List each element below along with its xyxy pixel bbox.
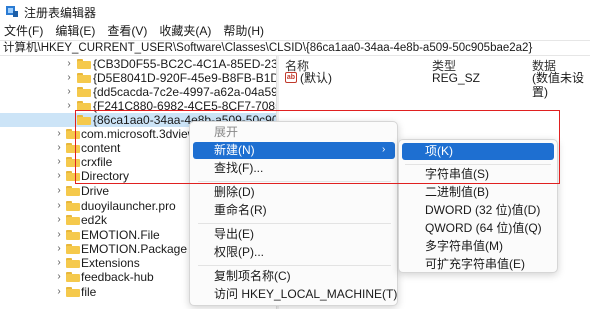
tree-item-label: {dd5cacda-7c2e-4997-a62a-04a597b xyxy=(93,85,276,99)
regedit-icon xyxy=(6,6,18,17)
tree-item-label: content xyxy=(81,141,121,155)
folder-icon xyxy=(66,272,80,282)
chevron-right-icon[interactable]: › xyxy=(54,271,64,283)
folder-icon xyxy=(66,186,80,196)
tree-item-label: crxfile xyxy=(81,155,113,169)
chevron-right-icon[interactable]: › xyxy=(64,100,74,112)
chevron-right-icon[interactable]: › xyxy=(54,229,64,241)
tree-item[interactable]: › {dd5cacda-7c2e-4997-a62a-04a597b xyxy=(0,85,276,99)
menu-item-find[interactable]: 查找(F)... xyxy=(214,160,263,177)
folder-icon xyxy=(66,287,80,297)
menu-item-expand[interactable]: 展开 xyxy=(214,124,238,141)
menu-item-rename[interactable]: 重命名(R) xyxy=(214,202,267,219)
chevron-right-icon[interactable]: › xyxy=(64,72,74,84)
context-menu: 展开 新建(N) › 查找(F)... 删除(D) 重命名(R) 导出(E) 权… xyxy=(189,121,398,306)
chevron-right-icon[interactable]: › xyxy=(54,200,64,212)
folder-icon xyxy=(66,215,80,225)
title-bar: 注册表编辑器 xyxy=(0,0,590,22)
submenu-item-multi-string[interactable]: 多字符串值(M) xyxy=(425,238,503,255)
menu-separator xyxy=(198,181,391,182)
value-data: (数值未设置) xyxy=(532,71,584,99)
menu-item-visit-hklm[interactable]: 访问 HKEY_LOCAL_MACHINE(T) xyxy=(214,286,397,303)
folder-icon xyxy=(77,59,91,69)
tree-item-label: Directory xyxy=(81,169,130,183)
chevron-right-icon[interactable]: › xyxy=(64,58,74,70)
menu-item-new[interactable]: 新建(N) xyxy=(214,142,255,159)
menu-view[interactable]: 查看(V) xyxy=(101,22,153,40)
folder-icon xyxy=(66,201,80,211)
tree-item-label: {F241C880-6982-4CE5-8CF7-7085BA9 xyxy=(93,99,276,113)
string-value-icon: ab xyxy=(285,72,297,83)
tree-item-label: Extensions xyxy=(81,256,140,270)
submenu-item-qword[interactable]: QWORD (64 位)值(Q) xyxy=(425,220,542,237)
menu-file[interactable]: 文件(F) xyxy=(0,22,49,40)
menu-edit[interactable]: 编辑(E) xyxy=(49,22,101,40)
window-title: 注册表编辑器 xyxy=(24,6,97,20)
menu-separator xyxy=(198,223,391,224)
folder-icon xyxy=(66,258,80,268)
chevron-right-icon[interactable]: › xyxy=(54,214,64,226)
submenu-item-key[interactable]: 项(K) xyxy=(425,143,453,160)
menu-item-delete[interactable]: 删除(D) xyxy=(214,184,255,201)
tree-item-label: Drive xyxy=(81,184,110,198)
folder-icon xyxy=(66,143,80,153)
folder-icon xyxy=(77,115,91,125)
value-name[interactable]: (默认) xyxy=(300,71,332,85)
value-type: REG_SZ xyxy=(432,71,481,85)
menu-item-copy-key-name[interactable]: 复制项名称(C) xyxy=(214,268,291,285)
folder-icon xyxy=(66,171,80,181)
tree-item-label: EMOTION.Package xyxy=(81,242,188,256)
chevron-right-icon[interactable]: › xyxy=(54,156,64,168)
chevron-right-icon[interactable]: › xyxy=(54,170,64,182)
new-submenu: 项(K) 字符串值(S) 二进制值(B) DWORD (32 位)值(D) QW… xyxy=(398,139,558,273)
folder-icon xyxy=(66,129,80,139)
folder-icon xyxy=(66,157,80,167)
tree-item[interactable]: › {F241C880-6982-4CE5-8CF7-7085BA9 xyxy=(0,99,276,113)
tree-item-label: file xyxy=(81,285,97,299)
menu-favorites[interactable]: 收藏夹(A) xyxy=(153,22,217,40)
chevron-right-icon[interactable]: › xyxy=(54,257,64,269)
tree-item[interactable]: › {D5E8041D-920F-45e9-B8FB-B1DEB8 xyxy=(0,71,276,85)
menu-separator xyxy=(198,265,391,266)
submenu-item-binary[interactable]: 二进制值(B) xyxy=(425,184,489,201)
chevron-right-icon: › xyxy=(382,144,386,155)
submenu-item-expandable-string[interactable]: 可扩充字符串值(E) xyxy=(425,256,525,273)
menu-item-export[interactable]: 导出(E) xyxy=(214,226,254,243)
tree-item-label: feedback-hub xyxy=(81,270,154,284)
address-bar[interactable]: 计算机\HKEY_CURRENT_USER\Software\Classes\C… xyxy=(0,40,590,56)
submenu-item-dword[interactable]: DWORD (32 位)值(D) xyxy=(425,202,540,219)
tree-item[interactable]: › {CB3D0F55-BC2C-4C1A-85ED-23ED75 xyxy=(0,57,276,71)
submenu-item-string[interactable]: 字符串值(S) xyxy=(425,166,489,183)
chevron-right-icon[interactable]: › xyxy=(54,128,64,140)
menu-separator xyxy=(405,164,551,165)
menu-bar: 文件(F) 编辑(E) 查看(V) 收藏夹(A) 帮助(H) xyxy=(0,22,590,40)
tree-item-label: {D5E8041D-920F-45e9-B8FB-B1DEB8 xyxy=(93,71,276,85)
chevron-right-icon[interactable]: › xyxy=(64,86,74,98)
tree-item-label: EMOTION.File xyxy=(81,228,160,242)
tree-item-label: {CB3D0F55-BC2C-4C1A-85ED-23ED75 xyxy=(93,57,276,71)
chevron-right-icon[interactable]: › xyxy=(54,243,64,255)
menu-help[interactable]: 帮助(H) xyxy=(217,22,270,40)
chevron-right-icon[interactable]: › xyxy=(54,185,64,197)
chevron-right-icon[interactable]: › xyxy=(54,286,64,298)
tree-item-label: ed2k xyxy=(81,213,108,227)
folder-icon xyxy=(77,101,91,111)
folder-icon xyxy=(77,73,91,83)
folder-icon xyxy=(66,244,80,254)
tree-item-label: duoyilauncher.pro xyxy=(81,199,176,213)
menu-item-permissions[interactable]: 权限(P)... xyxy=(214,244,264,261)
folder-icon xyxy=(77,87,91,97)
folder-icon xyxy=(66,230,80,240)
chevron-right-icon[interactable]: › xyxy=(54,142,64,154)
